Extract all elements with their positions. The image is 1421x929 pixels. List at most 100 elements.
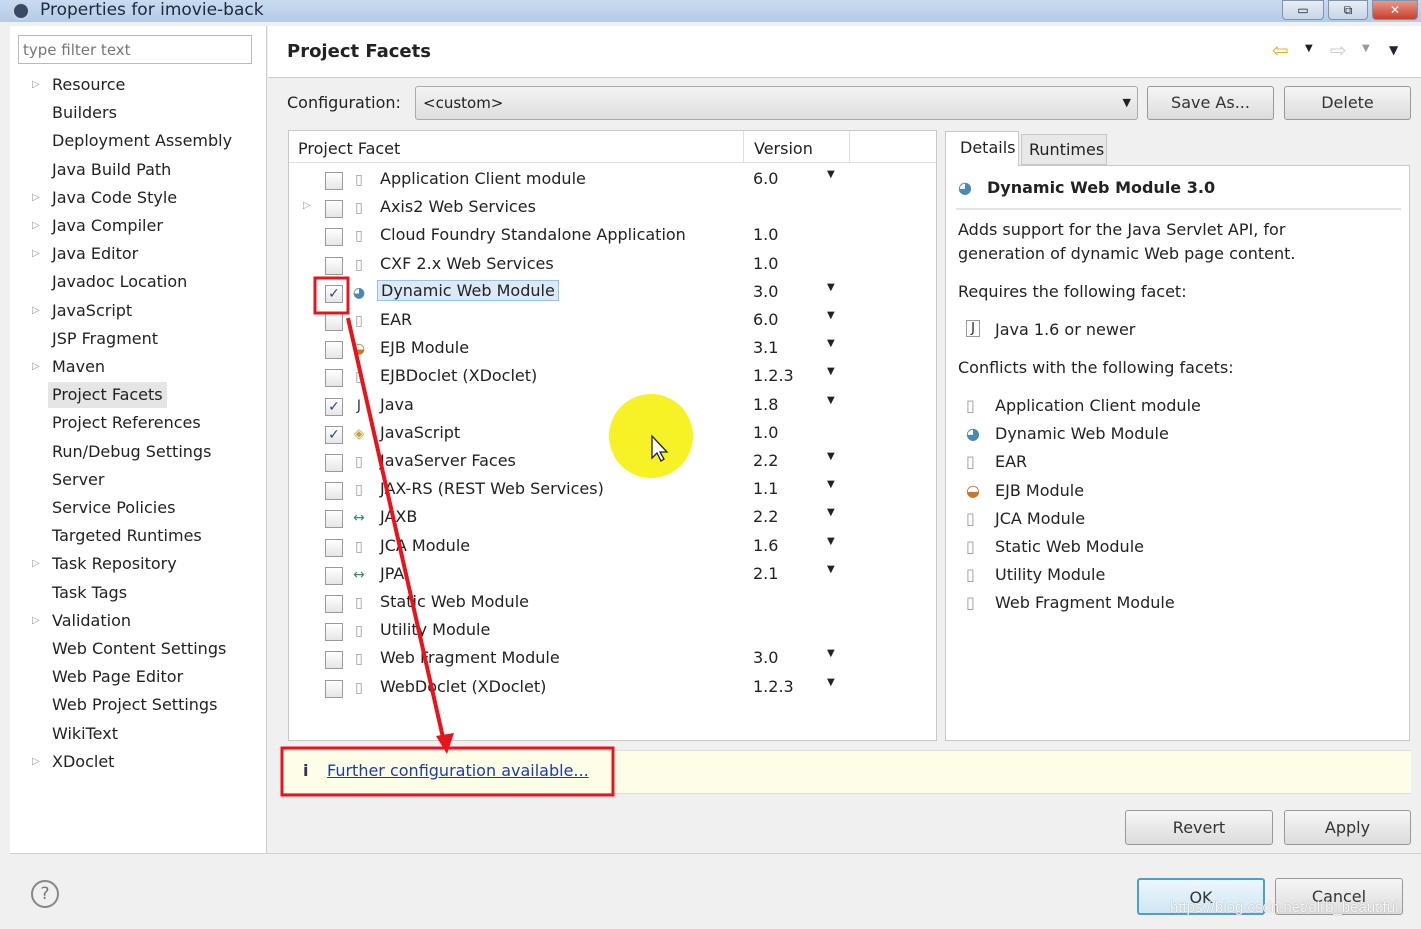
expand-icon[interactable]: ▷ bbox=[32, 749, 40, 775]
save-as-button[interactable]: Save As... bbox=[1147, 86, 1274, 120]
filter-input[interactable] bbox=[18, 35, 252, 64]
table-row[interactable]: ◒ EJB Module 3.1 ▼ bbox=[289, 335, 929, 363]
expand-icon[interactable]: ▷ bbox=[32, 241, 40, 267]
version-dropdown-icon[interactable]: ▼ bbox=[827, 310, 835, 321]
apply-button[interactable]: Apply bbox=[1284, 810, 1411, 845]
table-row[interactable]: ▯ Static Web Module bbox=[289, 589, 929, 617]
nav-item[interactable]: Resource bbox=[48, 72, 129, 98]
nav-item[interactable]: Project Facets bbox=[48, 382, 167, 409]
facet-checkbox[interactable] bbox=[325, 228, 343, 247]
facet-checkbox[interactable] bbox=[325, 369, 343, 388]
table-row[interactable]: ▯ JavaServer Faces 2.2 ▼ bbox=[289, 448, 929, 476]
version-dropdown-icon[interactable]: ▼ bbox=[827, 366, 835, 377]
version-dropdown-icon[interactable]: ▼ bbox=[827, 677, 835, 688]
nav-item[interactable]: Task Repository bbox=[48, 551, 181, 577]
nav-item[interactable]: Java Editor bbox=[48, 241, 142, 267]
facet-checkbox[interactable] bbox=[325, 651, 343, 670]
version-dropdown-icon[interactable]: ▼ bbox=[827, 479, 835, 490]
table-row[interactable]: ▯ EJBDoclet (XDoclet) 1.2.3 ▼ bbox=[289, 363, 929, 391]
table-row[interactable]: ▯ WebDoclet (XDoclet) 1.2.3 ▼ bbox=[289, 674, 929, 702]
table-row[interactable]: ✓ J Java 1.8 ▼ bbox=[289, 392, 929, 420]
version-dropdown-icon[interactable]: ▼ bbox=[827, 282, 835, 293]
table-row[interactable]: ✓ ◈ JavaScript 1.0 bbox=[289, 420, 929, 448]
facet-checkbox[interactable] bbox=[325, 454, 343, 472]
nav-item[interactable]: WikiText bbox=[48, 721, 122, 747]
table-row[interactable]: ↔ JAXB 2.2 ▼ bbox=[289, 504, 929, 532]
nav-item[interactable]: Web Project Settings bbox=[48, 692, 221, 718]
close-button[interactable]: ✕ bbox=[1372, 0, 1418, 20]
nav-item[interactable]: Builders bbox=[48, 100, 121, 126]
expand-icon[interactable]: ▷ bbox=[32, 298, 40, 324]
nav-item[interactable]: JavaScript bbox=[48, 298, 136, 324]
table-row[interactable]: ▷ ▯ Axis2 Web Services bbox=[289, 194, 929, 222]
nav-item[interactable]: Run/Debug Settings bbox=[48, 439, 215, 465]
column-header-version[interactable]: Version bbox=[754, 139, 813, 158]
facet-checkbox[interactable] bbox=[325, 313, 343, 331]
nav-item[interactable]: Project References bbox=[48, 410, 205, 436]
nav-item[interactable]: Deployment Assembly bbox=[48, 128, 236, 154]
nav-item[interactable]: Java Code Style bbox=[48, 185, 181, 211]
nav-item[interactable]: Maven bbox=[48, 354, 109, 380]
table-row[interactable]: ▯ JAX-RS (REST Web Services) 1.1 ▼ bbox=[289, 476, 929, 504]
facet-checkbox[interactable] bbox=[325, 538, 343, 557]
revert-button[interactable]: Revert bbox=[1125, 810, 1273, 845]
forward-menu-icon[interactable]: ▼ bbox=[1362, 43, 1370, 54]
facet-checkbox[interactable] bbox=[325, 595, 343, 613]
facet-checkbox[interactable] bbox=[325, 566, 343, 585]
facet-checkbox[interactable]: ✓ bbox=[325, 425, 343, 444]
delete-button[interactable]: Delete bbox=[1284, 86, 1411, 120]
expand-icon[interactable]: ▷ bbox=[32, 72, 40, 98]
expand-icon[interactable]: ▷ bbox=[32, 354, 40, 380]
table-row[interactable]: ▯ EAR 6.0 ▼ bbox=[289, 307, 929, 335]
nav-item[interactable]: Task Tags bbox=[48, 580, 131, 606]
nav-item[interactable]: Web Page Editor bbox=[48, 664, 187, 690]
table-row[interactable]: ▯ Utility Module bbox=[289, 617, 929, 645]
column-header-facet[interactable]: Project Facet bbox=[298, 139, 400, 158]
facet-checkbox[interactable] bbox=[325, 256, 343, 275]
nav-item[interactable]: Service Policies bbox=[48, 495, 179, 521]
version-dropdown-icon[interactable]: ▼ bbox=[827, 507, 835, 518]
nav-item[interactable]: Javadoc Location bbox=[48, 269, 191, 295]
minimize-button[interactable]: ▭ bbox=[1282, 0, 1324, 20]
version-dropdown-icon[interactable]: ▼ bbox=[827, 648, 835, 659]
facet-checkbox[interactable] bbox=[325, 482, 343, 501]
nav-item[interactable]: Java Compiler bbox=[48, 213, 167, 239]
further-configuration-link[interactable]: Further configuration available... bbox=[327, 761, 589, 780]
facet-checkbox[interactable] bbox=[325, 172, 343, 190]
facet-checkbox[interactable] bbox=[325, 623, 343, 642]
nav-item[interactable]: Validation bbox=[48, 608, 135, 634]
expand-icon[interactable]: ▷ bbox=[303, 200, 311, 211]
tab-runtimes[interactable]: Runtimes bbox=[1021, 134, 1107, 165]
nav-item[interactable]: XDoclet bbox=[48, 749, 118, 775]
restore-button[interactable]: ⧉ bbox=[1328, 0, 1368, 20]
configuration-select[interactable]: <custom> ▼ bbox=[415, 86, 1138, 120]
facet-checkbox[interactable] bbox=[325, 341, 343, 360]
help-icon[interactable]: ? bbox=[31, 880, 59, 908]
forward-icon[interactable]: ⇨ bbox=[1330, 38, 1347, 62]
facet-checkbox[interactable]: ✓ bbox=[325, 397, 343, 416]
facet-checkbox[interactable] bbox=[325, 510, 343, 529]
version-dropdown-icon[interactable]: ▼ bbox=[827, 169, 835, 180]
view-menu-icon[interactable]: ▼ bbox=[1389, 43, 1398, 57]
nav-item[interactable]: Targeted Runtimes bbox=[48, 523, 206, 549]
version-dropdown-icon[interactable]: ▼ bbox=[827, 451, 835, 462]
back-menu-icon[interactable]: ▼ bbox=[1305, 43, 1313, 54]
expand-icon[interactable]: ▷ bbox=[32, 213, 40, 239]
table-row[interactable]: ▯ Application Client module 6.0 ▼ bbox=[289, 166, 929, 194]
nav-item[interactable]: Server bbox=[48, 467, 108, 493]
table-row[interactable]: ▯ CXF 2.x Web Services 1.0 bbox=[289, 251, 929, 279]
version-dropdown-icon[interactable]: ▼ bbox=[827, 536, 835, 547]
expand-icon[interactable]: ▷ bbox=[32, 608, 40, 634]
table-row[interactable]: ▯ Web Fragment Module 3.0 ▼ bbox=[289, 645, 929, 673]
version-dropdown-icon[interactable]: ▼ bbox=[827, 338, 835, 349]
nav-item[interactable]: Web Content Settings bbox=[48, 636, 230, 662]
table-row[interactable]: ✓ ◕ Dynamic Web Module 3.0 ▼ bbox=[289, 279, 929, 307]
table-row[interactable]: ↔ JPA 2.1 ▼ bbox=[289, 561, 929, 589]
nav-item[interactable]: JSP Fragment bbox=[48, 326, 162, 352]
expand-icon[interactable]: ▷ bbox=[32, 551, 40, 577]
version-dropdown-icon[interactable]: ▼ bbox=[827, 395, 835, 406]
facet-checkbox[interactable]: ✓ bbox=[325, 284, 343, 303]
table-row[interactable]: ▯ JCA Module 1.6 ▼ bbox=[289, 533, 929, 561]
tab-details[interactable]: Details bbox=[945, 131, 1019, 166]
nav-item[interactable]: Java Build Path bbox=[48, 157, 175, 183]
